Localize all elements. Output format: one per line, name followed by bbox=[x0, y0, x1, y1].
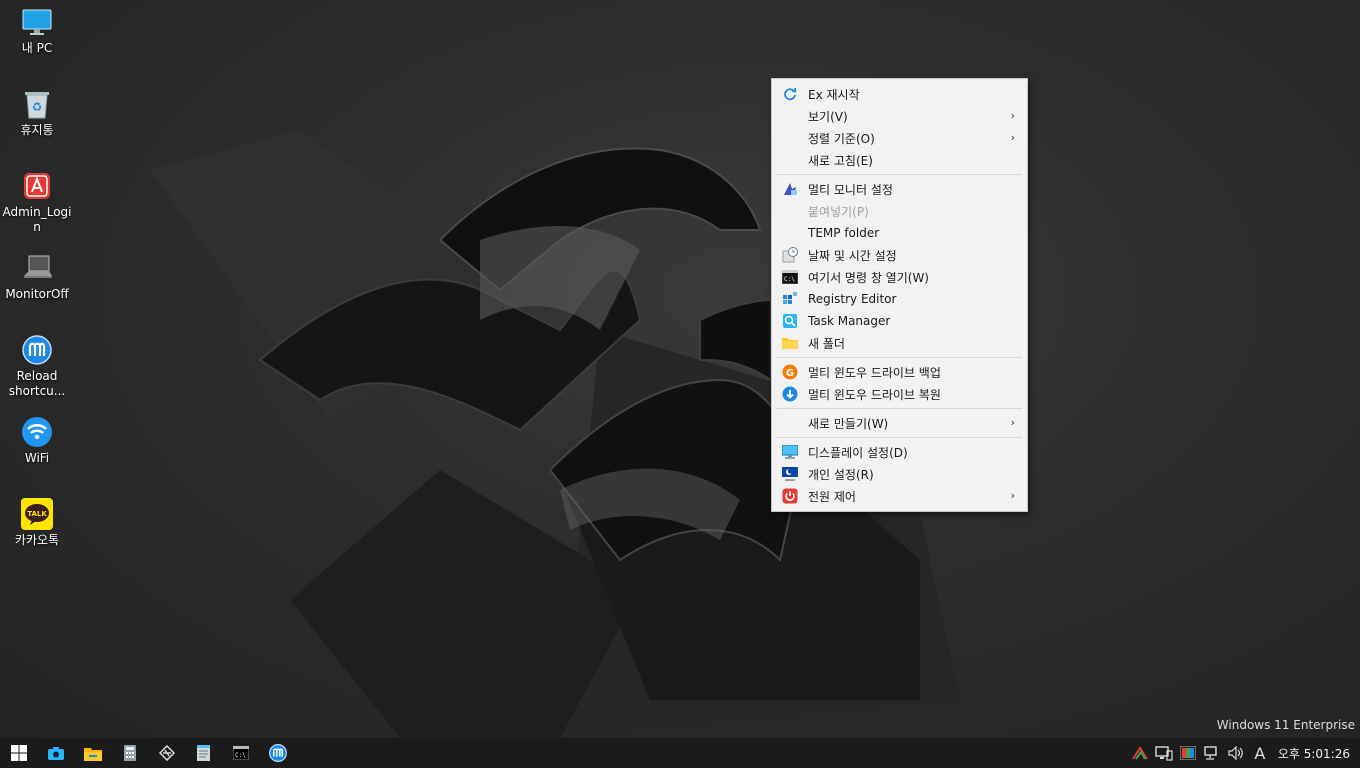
monitor-icon bbox=[21, 6, 53, 38]
desktop-icon-label: 내 PC bbox=[21, 41, 53, 55]
menu-separator bbox=[777, 357, 1022, 358]
taskbar-tool-button[interactable] bbox=[148, 738, 185, 768]
desktop-icon-recycle-bin[interactable]: ♻ 휴지통 bbox=[0, 88, 74, 138]
folder-icon bbox=[782, 335, 798, 351]
menu-item-task-manager[interactable]: Task Manager bbox=[772, 310, 1027, 332]
taskbar-cmd-button[interactable]: C:\ bbox=[222, 738, 259, 768]
menu-item-multi-monitor[interactable]: 멀티 모니터 설정 bbox=[772, 178, 1027, 200]
menu-item-drive-restore[interactable]: 멀티 윈도우 드라이브 복원 bbox=[772, 383, 1027, 405]
laptop-icon bbox=[21, 252, 53, 284]
menu-item-drive-backup[interactable]: G 멀티 윈도우 드라이브 백업 bbox=[772, 361, 1027, 383]
wifi-icon bbox=[21, 416, 53, 448]
kakaotalk-icon: TALK bbox=[21, 498, 53, 530]
desktop-icon-label: Reload shortcu... bbox=[8, 369, 66, 398]
svg-text:C:\: C:\ bbox=[784, 276, 795, 283]
menu-separator bbox=[777, 437, 1022, 438]
desktop-icon-label: 카카오톡 bbox=[14, 533, 60, 547]
admin-login-icon bbox=[21, 170, 53, 202]
menu-item-paste: 붙여넣기(P) bbox=[808, 204, 869, 219]
menu-item-sort-by[interactable]: 정렬 기준(O) › bbox=[772, 127, 1027, 149]
desktop-icon-my-pc[interactable]: 내 PC bbox=[0, 6, 74, 56]
desktop-icon-label: Admin_Login bbox=[2, 205, 72, 234]
menu-item-registry-editor[interactable]: Registry Editor bbox=[772, 288, 1027, 310]
desktop-icon-wifi[interactable]: WiFi bbox=[0, 416, 74, 466]
desktop-icon-reload-shortcut[interactable]: Reload shortcu... bbox=[0, 334, 74, 399]
menu-item-view[interactable]: 보기(V) › bbox=[772, 105, 1027, 127]
tray-ime-indicator[interactable]: A bbox=[1248, 738, 1272, 768]
desktop-wallpaper bbox=[0, 0, 1360, 738]
svg-text:TALK: TALK bbox=[27, 510, 47, 518]
menu-separator bbox=[777, 174, 1022, 175]
menu-separator bbox=[777, 408, 1022, 409]
desktop-icon-monitor-off[interactable]: MonitorOff bbox=[0, 252, 74, 302]
personalize-icon bbox=[782, 466, 798, 482]
cmd-icon: C:\ bbox=[232, 746, 249, 760]
desktop-context-menu: Ex 재시작 보기(V) › 정렬 기준(O) › 새로 고침(E) 멀티 모니… bbox=[771, 78, 1028, 512]
clock-calendar-icon bbox=[782, 247, 798, 263]
chevron-right-icon: › bbox=[1010, 109, 1015, 122]
desktop-icon-label: WiFi bbox=[24, 451, 50, 465]
menu-item-power[interactable]: 전원 제어 › bbox=[772, 485, 1027, 507]
menu-item-refresh[interactable]: 새로 고침(E) bbox=[772, 149, 1027, 171]
menu-item-explorer-restart[interactable]: Ex 재시작 bbox=[772, 83, 1027, 105]
backup-icon: G bbox=[782, 364, 798, 380]
svg-text:♻: ♻ bbox=[32, 100, 43, 114]
registry-icon bbox=[782, 291, 798, 307]
cmd-icon: C:\ bbox=[782, 269, 798, 285]
windows-edition-watermark: Windows 11 Enterprise bbox=[1216, 718, 1355, 732]
tray-volume-icon[interactable] bbox=[1224, 738, 1248, 768]
tool-icon bbox=[158, 745, 175, 761]
menu-item-new[interactable]: 새로 만들기(W) › bbox=[772, 412, 1027, 434]
tray-app-icon[interactable] bbox=[1128, 738, 1152, 768]
start-button[interactable] bbox=[0, 738, 37, 768]
file-explorer-icon bbox=[83, 747, 102, 761]
tray-color-icon[interactable] bbox=[1176, 738, 1200, 768]
recycle-bin-icon: ♻ bbox=[21, 88, 53, 120]
svg-text:G: G bbox=[786, 368, 794, 379]
svg-text:C:\: C:\ bbox=[235, 752, 246, 759]
windows-logo-art bbox=[150, 130, 960, 738]
camera-icon bbox=[47, 747, 64, 760]
tray-clock[interactable]: 오후 5:01:26 bbox=[1272, 745, 1360, 762]
start-icon bbox=[10, 745, 27, 761]
system-tray: A 오후 5:01:26 bbox=[1128, 738, 1360, 768]
tray-network-icon[interactable] bbox=[1200, 738, 1224, 768]
multi-monitor-icon bbox=[782, 181, 798, 197]
notepad-icon bbox=[197, 745, 210, 761]
desktop-icon-label: 휴지통 bbox=[20, 123, 54, 137]
menu-item-personalize[interactable]: 개인 설정(R) bbox=[772, 463, 1027, 485]
reload-m-icon bbox=[268, 744, 287, 762]
menu-item-display-settings[interactable]: 디스플레이 설정(D) bbox=[772, 441, 1027, 463]
menu-item-open-cmd[interactable]: C:\ 여기서 명령 창 열기(W) bbox=[772, 266, 1027, 288]
chevron-right-icon: › bbox=[1010, 489, 1015, 502]
chevron-right-icon: › bbox=[1010, 131, 1015, 144]
display-icon bbox=[782, 444, 798, 460]
taskbar-camera-button[interactable] bbox=[37, 738, 74, 768]
tray-remote-monitor-icon[interactable] bbox=[1152, 738, 1176, 768]
taskbar-file-explorer-button[interactable] bbox=[74, 738, 111, 768]
reload-m-icon bbox=[21, 334, 53, 366]
menu-item-temp-folder[interactable]: TEMP folder bbox=[772, 222, 1027, 244]
desktop-icon-label: MonitorOff bbox=[5, 287, 69, 301]
desktop-icon-kakaotalk[interactable]: TALK 카카오톡 bbox=[0, 498, 74, 548]
task-manager-icon bbox=[782, 313, 798, 329]
taskbar-calculator-button[interactable] bbox=[111, 738, 148, 768]
menu-item-new-folder[interactable]: 새 폴더 bbox=[772, 332, 1027, 354]
menu-item-date-time[interactable]: 날짜 및 시간 설정 bbox=[772, 244, 1027, 266]
restore-icon bbox=[782, 386, 798, 402]
desktop-icon-admin-login[interactable]: Admin_Login bbox=[0, 170, 74, 235]
taskbar-reload-button[interactable] bbox=[259, 738, 296, 768]
chevron-right-icon: › bbox=[1010, 416, 1015, 429]
taskbar: C:\ A 오후 5:01:26 bbox=[0, 738, 1360, 768]
refresh-icon bbox=[782, 86, 798, 102]
power-icon bbox=[782, 488, 798, 504]
taskbar-notepad-button[interactable] bbox=[185, 738, 222, 768]
calculator-icon bbox=[123, 745, 136, 761]
